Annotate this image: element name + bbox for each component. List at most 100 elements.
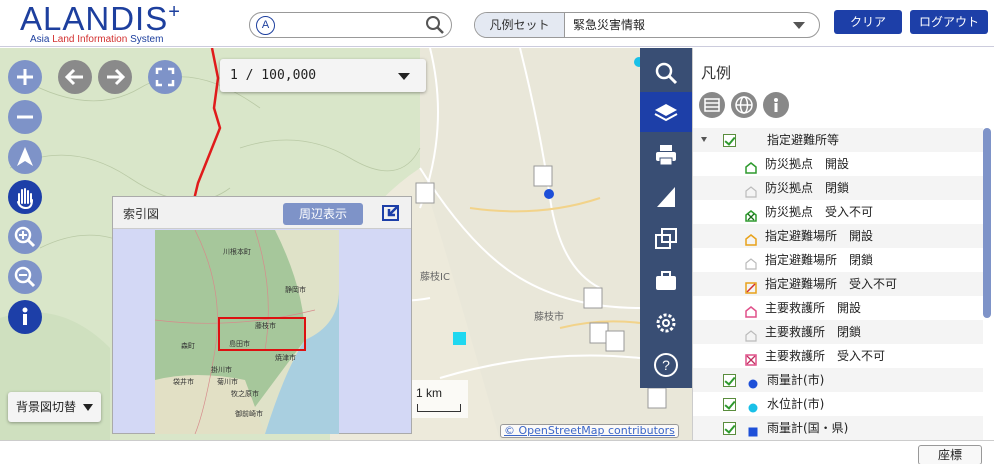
legend-item-label: 水位計(市): [767, 397, 825, 411]
hand-icon: [17, 188, 33, 210]
plus-icon: [17, 69, 33, 85]
legend-title: 凡例: [701, 64, 732, 82]
tool-help[interactable]: ?: [640, 344, 692, 384]
legend-item[interactable]: 防災拠点 受入不可: [693, 200, 983, 224]
search-mode-icon[interactable]: A: [256, 16, 275, 35]
legend-item[interactable]: 主要救護所 受入不可: [693, 344, 983, 368]
tool-toolbox[interactable]: [640, 260, 692, 300]
windows-icon: [655, 228, 677, 249]
legend-item-label: 雨量計(国・県): [767, 421, 849, 435]
map-label: 藤枝IC: [420, 270, 450, 283]
legend-item[interactable]: 防災拠点 閉鎖: [693, 176, 983, 200]
legend-item[interactable]: 雨量計(市): [693, 368, 983, 392]
tool-search[interactable]: [640, 52, 692, 92]
basemap-switch-button[interactable]: 背景図切替: [8, 392, 101, 422]
dot-cyan-icon: [747, 398, 759, 413]
legend-item-label: 指定避難場所 閉鎖: [765, 253, 874, 267]
info-button[interactable]: [8, 300, 42, 334]
chevron-down-icon[interactable]: [793, 22, 805, 29]
chevron-down-icon[interactable]: [398, 73, 410, 80]
index-map-label: 焼津市: [275, 353, 296, 362]
zoom-area-in-button[interactable]: [8, 220, 42, 254]
tool-measure[interactable]: [640, 176, 692, 216]
legend-set-value[interactable]: 緊急災害情報: [573, 13, 645, 37]
tool-print[interactable]: [640, 134, 692, 174]
legend-checkbox[interactable]: [723, 398, 736, 411]
scale-bar: 1 km: [412, 380, 468, 418]
show-surroundings-button[interactable]: 周辺表示: [283, 203, 363, 225]
expand-triangle-icon[interactable]: [701, 137, 707, 142]
app-root: ALANDIS+ Asia Land Information System A …: [0, 0, 994, 464]
help-icon: ?: [654, 353, 678, 377]
legend-item-label: 雨量計(市): [767, 373, 825, 387]
legend-checkbox[interactable]: [723, 134, 736, 147]
hut-orange-x-icon: [745, 278, 757, 294]
arrow-right-icon: [107, 68, 126, 86]
legend-checkbox[interactable]: [723, 422, 736, 435]
full-extent-button[interactable]: [148, 60, 182, 94]
legend-item[interactable]: 指定避難所等: [693, 128, 983, 152]
legend-item[interactable]: 水位計(市): [693, 392, 983, 416]
legend-item[interactable]: 指定避難場所 開設: [693, 224, 983, 248]
back-button[interactable]: [58, 60, 92, 94]
info-icon: [774, 98, 778, 112]
legend-scrollbar[interactable]: [983, 128, 991, 318]
hut-pink-x-icon: [745, 350, 757, 366]
index-map-label: 御前崎市: [235, 409, 263, 418]
legend-checkbox[interactable]: [723, 374, 736, 387]
index-map-label: 菊川市: [217, 377, 238, 386]
layers-icon: [654, 104, 678, 122]
legend-globe-button[interactable]: [731, 92, 757, 118]
legend-item[interactable]: 防災拠点 開設: [693, 152, 983, 176]
zoom-out-button[interactable]: [8, 100, 42, 134]
search-icon[interactable]: [425, 15, 445, 35]
globe-icon: [735, 96, 753, 114]
dot-blue-icon: [747, 374, 759, 389]
search-icon: [655, 62, 678, 85]
search-input[interactable]: [282, 16, 422, 35]
hut-pink-icon: [745, 302, 757, 318]
legend-item[interactable]: 主要救護所 閉鎖: [693, 320, 983, 344]
legend-item[interactable]: 主要救護所 開設: [693, 296, 983, 320]
legend-item-label: 指定避難所等: [767, 133, 840, 147]
index-map-header: 索引図 周辺表示: [113, 197, 411, 229]
legend-item[interactable]: 指定避難場所 受入不可: [693, 272, 983, 296]
legend-panel: 凡例 指定避難所等防災拠点 開設 防災拠点 閉鎖 防災拠点 受入不可 指定避難場所 開…: [692, 48, 994, 440]
tool-layers[interactable]: [640, 92, 692, 132]
index-map-label: 島田市: [229, 339, 250, 348]
tool-settings[interactable]: [640, 302, 692, 342]
scale-bar-line: [417, 404, 461, 412]
clear-button[interactable]: クリア: [834, 10, 902, 34]
magnifier-plus-icon: [14, 226, 36, 248]
forward-button[interactable]: [98, 60, 132, 94]
address-search[interactable]: A: [249, 12, 452, 38]
scale-select[interactable]: 1 / 100,000: [220, 59, 426, 92]
header: ALANDIS+ Asia Land Information System A …: [0, 0, 994, 47]
osm-attribution-link[interactable]: © OpenStreetMap contributors: [500, 424, 679, 438]
collapse-icon[interactable]: [381, 203, 401, 223]
index-map[interactable]: 川根本町 静岡市 藤枝市 島田市 焼津市 掛川市 菊川市 袋井市 牧之原市 御前…: [155, 230, 339, 434]
index-map-label: 袋井市: [173, 377, 194, 386]
tool-windows[interactable]: [640, 218, 692, 258]
map-view[interactable]: 藤枝IC 藤枝市 1 / 100,000 索引図 周辺表示 川根本町 静岡市 藤…: [0, 48, 692, 440]
index-map-title: 索引図: [123, 207, 160, 221]
logout-button[interactable]: ログアウト: [910, 10, 988, 34]
info-icon: [22, 307, 28, 325]
legend-list-button[interactable]: [699, 92, 725, 118]
legend-item[interactable]: 雨量計(国・県): [693, 416, 983, 440]
zoom-area-out-button[interactable]: [8, 260, 42, 294]
coordinates-button[interactable]: 座標: [918, 445, 982, 464]
index-map-panel: 索引図 周辺表示 川根本町 静岡市 藤枝市 島田市 焼津市 掛川市 菊川市 袋井…: [112, 196, 412, 434]
north-button[interactable]: [8, 140, 42, 174]
zoom-in-button[interactable]: [8, 60, 42, 94]
hut-orange-icon: [745, 230, 757, 246]
legend-set-select[interactable]: 凡例セット 緊急災害情報: [474, 12, 820, 38]
pan-button[interactable]: [8, 180, 42, 214]
index-map-label: 牧之原市: [231, 389, 259, 398]
legend-item[interactable]: 指定避難場所 閉鎖: [693, 248, 983, 272]
legend-item-label: 指定避難場所 受入不可: [765, 277, 898, 291]
scale-value[interactable]: 1 / 100,000: [230, 59, 316, 92]
legend-item-label: 主要救護所 開設: [765, 301, 862, 315]
legend-info-button[interactable]: [763, 92, 789, 118]
hut-green-icon: [745, 158, 757, 174]
